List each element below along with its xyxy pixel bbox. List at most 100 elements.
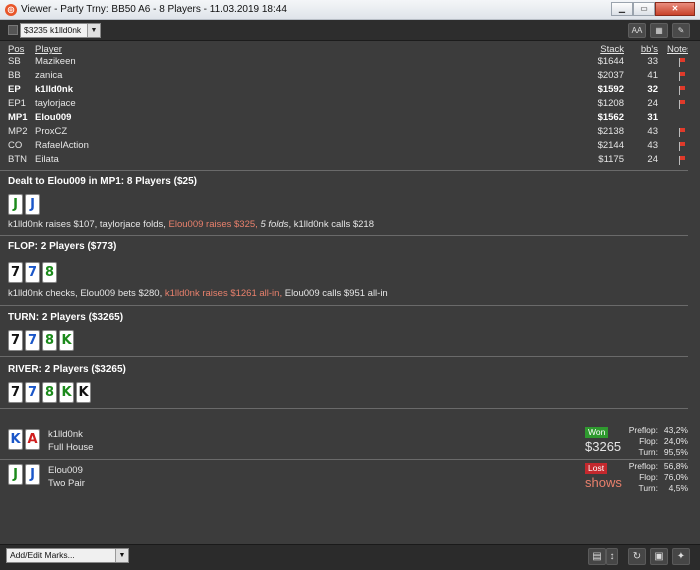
minimize-icon[interactable]: ▁	[611, 2, 633, 16]
window-controls: ▁ ▭ ✕	[611, 2, 695, 16]
player-row[interactable]: SB Mazikeen $1644 33	[0, 55, 700, 69]
note-flag-icon[interactable]	[678, 86, 686, 95]
divider	[0, 408, 688, 409]
player-pos: MP2	[8, 126, 28, 137]
player-stack: $2037	[597, 70, 624, 81]
flop-title: FLOP: 2 Players ($773)	[8, 241, 117, 252]
equity-label: Turn:	[638, 447, 658, 457]
note-flag-icon[interactable]	[678, 128, 686, 137]
player-row[interactable]: CO RafaelAction $2144 43	[0, 139, 700, 153]
turn-cards: 7 7 8 K	[8, 330, 74, 351]
player-pos: BTN	[8, 154, 27, 165]
action-text: Elou009 calls $951 all-in	[282, 288, 388, 299]
player-bbs: 33	[647, 56, 658, 67]
sort-icon[interactable]: ↕	[606, 548, 618, 565]
font-size-icon[interactable]: AA	[628, 23, 646, 38]
scrollbar[interactable]	[688, 41, 700, 544]
shows-text: shows	[585, 475, 622, 490]
won-badge: Won	[585, 427, 609, 438]
hole-cards: J J	[8, 194, 40, 215]
chevron-down-icon[interactable]: ▼	[115, 549, 128, 562]
replay-icon[interactable]: ↻	[628, 548, 646, 565]
lost-badge: Lost	[585, 463, 608, 474]
card: K	[59, 330, 74, 351]
divider	[0, 459, 688, 460]
player-stack: $1592	[597, 84, 624, 95]
player-name: Eilata	[35, 154, 59, 165]
won-amount: $3265	[585, 439, 622, 454]
equity-value: 43,2%	[663, 425, 688, 435]
equity-label: Flop:	[639, 436, 658, 446]
player-bbs: 31	[647, 112, 658, 123]
player-stack: $2138	[597, 126, 624, 137]
player-stack: $1644	[597, 56, 624, 67]
player-name: taylorjace	[35, 98, 76, 109]
player-pos: SB	[8, 56, 21, 67]
card: A	[25, 429, 40, 450]
close-icon[interactable]: ✕	[655, 2, 695, 16]
marks-dropdown-label: Add/Edit Marks...	[10, 550, 75, 560]
action-text: k1lld0nk raises $107, taylorjace folds,	[8, 219, 169, 230]
card: 7	[8, 382, 23, 403]
showdown-player-name: k1lld0nk	[48, 429, 83, 440]
flop-actions: k1lld0nk checks, Elou009 bets $280, k1ll…	[8, 288, 388, 299]
note-flag-icon[interactable]	[678, 156, 686, 165]
player-row[interactable]: BB zanica $2037 41	[0, 69, 700, 83]
divider	[0, 170, 688, 171]
hand-selector-value: $3235 k1lld0nk	[24, 25, 82, 35]
save-icon[interactable]: ▣	[650, 548, 668, 565]
maximize-icon[interactable]: ▭	[633, 2, 655, 16]
equity-value: 4,5%	[668, 483, 688, 493]
flop-cards: 7 7 8	[8, 262, 57, 283]
marks-dropdown[interactable]: Add/Edit Marks... ▼	[6, 548, 129, 563]
card: J	[25, 464, 40, 485]
preflop-title: Dealt to Elou009 in MP1: 8 Players ($25)	[8, 176, 197, 187]
action-text: , k1lld0nk calls $218	[288, 219, 374, 230]
grid-icon[interactable]: ▦	[650, 23, 668, 38]
card: 7	[8, 330, 23, 351]
villain-action-text: k1lld0nk raises $1261 all-in,	[164, 288, 283, 299]
twitter-icon[interactable]: ✦	[672, 548, 690, 565]
hand-checkbox[interactable]	[8, 25, 18, 35]
action-text: k1lld0nk checks, Elou009 bets $280,	[8, 288, 165, 299]
note-flag-icon[interactable]	[678, 58, 686, 67]
hand-history-panel: Pos Player Stack bb's Notes SB Mazikeen …	[0, 41, 700, 544]
player-name: zanica	[35, 70, 63, 81]
player-bbs: 24	[647, 154, 658, 165]
player-row[interactable]: MP2 ProxCZ $2138 43	[0, 125, 700, 139]
showdown-hand-rank: Two Pair	[48, 478, 85, 489]
player-bbs: 41	[647, 70, 658, 81]
clipboard-icon[interactable]: ▤	[588, 548, 606, 565]
note-flag-icon[interactable]	[678, 142, 686, 151]
equity-label: Preflop:	[628, 461, 658, 471]
card: 8	[42, 262, 57, 283]
player-name: Mazikeen	[35, 56, 76, 67]
card: 7	[25, 382, 40, 403]
chevron-down-icon[interactable]: ▼	[87, 24, 100, 37]
note-flag-icon[interactable]	[678, 72, 686, 81]
title-bar: ◎ Viewer - Party Trny: BB50 A6 - 8 Playe…	[0, 0, 700, 20]
player-bbs: 24	[647, 98, 658, 109]
app-icon: ◎	[5, 4, 17, 16]
player-stack: $1175	[598, 154, 624, 165]
card: 8	[42, 382, 57, 403]
player-name: RafaelAction	[35, 140, 89, 151]
pencil-icon[interactable]: ✎	[672, 23, 690, 38]
toolbar: $3235 k1lld0nk ▼ AA ▦ ✎	[0, 20, 700, 41]
player-pos: MP1	[8, 112, 28, 123]
card: 7	[8, 262, 23, 283]
hand-selector[interactable]: $3235 k1lld0nk ▼	[20, 23, 101, 38]
river-title: RIVER: 2 Players ($3265)	[8, 364, 126, 375]
divider	[0, 305, 688, 306]
divider	[0, 356, 688, 357]
player-row[interactable]: EP k1lld0nk $1592 32	[0, 83, 700, 97]
divider	[0, 235, 688, 236]
player-name: k1lld0nk	[35, 84, 74, 95]
folds-text: 5 folds	[260, 219, 289, 230]
player-row[interactable]: MP1 Elou009 $1562 31	[0, 111, 700, 125]
note-flag-icon[interactable]	[678, 100, 686, 109]
card: J	[8, 194, 23, 215]
card: 7	[25, 330, 40, 351]
player-row[interactable]: BTN Eilata $1175 24	[0, 153, 700, 167]
player-row[interactable]: EP1 taylorjace $1208 24	[0, 97, 700, 111]
